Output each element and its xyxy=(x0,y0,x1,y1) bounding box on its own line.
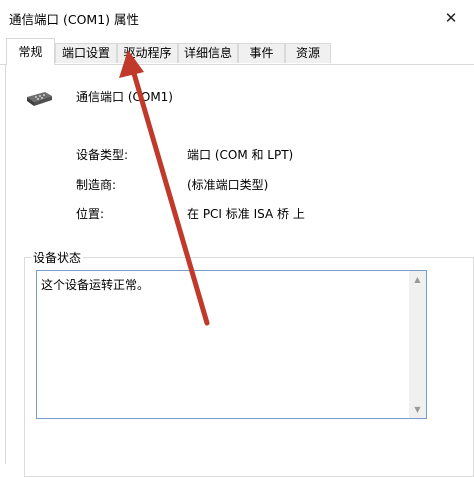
tab-port-settings[interactable]: 端口设置 xyxy=(55,43,117,63)
title-bar: 通信端口 (COM1) 属性 ✕ xyxy=(0,0,474,34)
tab-strip: 常规 端口设置 驱动程序 详细信息 事件 资源 xyxy=(0,38,474,65)
tab-driver[interactable]: 驱动程序 xyxy=(117,43,178,63)
device-status-textbox[interactable]: 这个设备运转正常。 ▲ ▼ xyxy=(36,270,427,419)
window-title: 通信端口 (COM1) 属性 xyxy=(9,12,140,27)
device-type-label: 设备类型: xyxy=(76,148,129,162)
vertical-scrollbar[interactable]: ▲ ▼ xyxy=(409,271,426,418)
tab-resources[interactable]: 资源 xyxy=(285,43,331,63)
device-status-text: 这个设备运转正常。 xyxy=(41,278,150,292)
location-value: 在 PCI 标准 ISA 桥 上 xyxy=(187,207,305,221)
scroll-up-icon[interactable]: ▲ xyxy=(409,271,426,288)
tab-general[interactable]: 常规 xyxy=(6,38,55,65)
device-type-value: 端口 (COM 和 LPT) xyxy=(187,148,294,162)
panel-border xyxy=(5,64,6,464)
device-status-label: 设备状态 xyxy=(31,249,84,266)
serial-port-icon xyxy=(24,88,56,110)
tab-events[interactable]: 事件 xyxy=(238,43,285,63)
device-name: 通信端口 (COM1) xyxy=(76,90,173,104)
manufacturer-label: 制造商: xyxy=(76,178,117,192)
manufacturer-value: (标准端口类型) xyxy=(187,178,269,192)
scroll-down-icon[interactable]: ▼ xyxy=(409,401,426,418)
tab-divider xyxy=(0,64,474,65)
close-button[interactable]: ✕ xyxy=(436,7,466,29)
tab-details[interactable]: 详细信息 xyxy=(178,43,238,63)
location-label: 位置: xyxy=(76,207,105,221)
